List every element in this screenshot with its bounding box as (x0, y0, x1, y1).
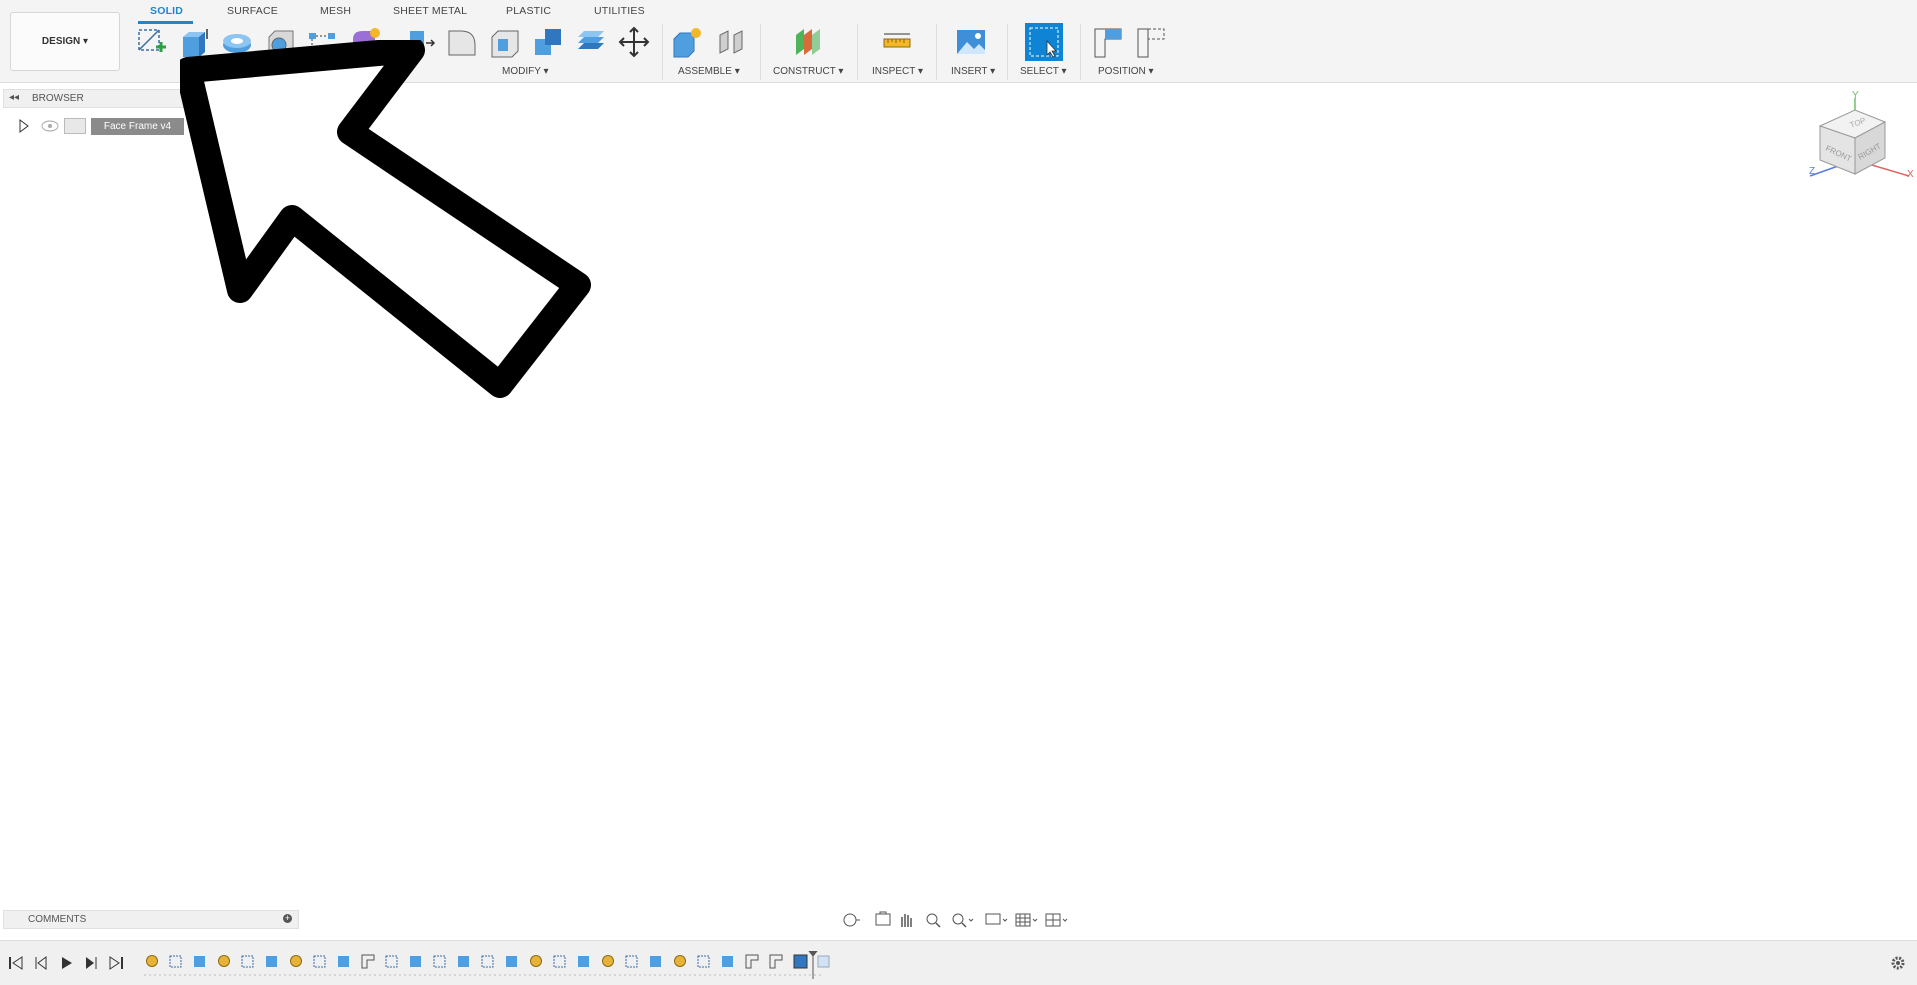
select-tool-icon[interactable] (1025, 23, 1063, 61)
timeline-feature-sketch-icon[interactable] (625, 955, 638, 968)
toolbar-separator (1080, 24, 1081, 80)
timeline-feature-extrude-icon[interactable] (650, 956, 661, 967)
timeline-feature-form-icon[interactable] (146, 955, 158, 967)
timeline-feature-extrude-icon[interactable] (266, 956, 277, 967)
comments-title: COMMENTS (28, 914, 87, 925)
annotation-arrow-icon (180, 40, 591, 398)
browser-title: BROWSER (32, 93, 84, 104)
pan-icon[interactable] (901, 914, 912, 927)
component-name[interactable]: Face Frame v4 (91, 118, 184, 135)
step-back-icon[interactable] (35, 956, 47, 970)
toolbar-separator (760, 24, 761, 80)
play-icon[interactable] (62, 957, 72, 969)
collapse-panel-icon[interactable]: ◂◂ (9, 92, 19, 103)
timeline-feature-extrude-icon[interactable] (194, 956, 205, 967)
measure-icon[interactable] (878, 23, 916, 61)
timeline-feature-sketch-icon[interactable] (313, 955, 326, 968)
fit-icon[interactable] (952, 913, 974, 928)
display-settings-icon[interactable] (985, 913, 1008, 925)
viewports-icon[interactable] (1045, 913, 1068, 927)
timeline-feature-position-icon[interactable] (361, 954, 375, 969)
timeline-feature-form-icon[interactable] (290, 955, 302, 967)
joint-icon[interactable] (712, 23, 750, 61)
step-forward-icon[interactable] (86, 957, 97, 969)
timeline-settings-gear-icon[interactable] (1890, 955, 1906, 971)
timeline-feature-sketch-icon[interactable] (481, 955, 494, 968)
component-icon (64, 118, 86, 134)
timeline-feature-sketch-icon[interactable] (241, 955, 254, 968)
tab-surface[interactable]: SURFACE (227, 5, 278, 17)
timeline-feature-sketch-icon[interactable] (433, 955, 446, 968)
axis-z-label: Z (1809, 166, 1815, 177)
insert-menu[interactable]: INSERT ▾ (951, 66, 995, 77)
timeline-feature-form-icon[interactable] (530, 955, 542, 967)
inspect-menu[interactable]: INSPECT ▾ (872, 66, 923, 77)
timeline-feature-component-icon[interactable] (793, 954, 808, 969)
timeline-feature-extrude-icon[interactable] (410, 956, 421, 967)
timeline-feature-extrude-icon[interactable] (458, 956, 469, 967)
comments-panel-header: COMMENTS + (3, 910, 299, 929)
timeline-feature-extrude-icon[interactable] (578, 956, 589, 967)
toolbar-separator (936, 24, 937, 80)
toolbar-separator (662, 24, 663, 80)
tab-utilities[interactable]: UTILITIES (594, 5, 645, 17)
timeline-feature-sketch-icon[interactable] (553, 955, 566, 968)
timeline-feature-sketch-icon[interactable] (697, 955, 710, 968)
timeline-features[interactable] (142, 951, 842, 981)
timeline-feature-position-icon[interactable] (745, 954, 759, 969)
create-sketch-icon[interactable] (132, 23, 170, 61)
tab-sheet-metal[interactable]: SHEET METAL (393, 5, 467, 17)
grid-settings-icon[interactable] (1015, 913, 1038, 927)
offset-plane-icon[interactable] (788, 23, 826, 61)
timeline-feature-extrude-icon[interactable] (338, 956, 349, 967)
tab-plastic[interactable]: PLASTIC (506, 5, 551, 17)
timeline-feature-sketch-icon[interactable] (385, 955, 398, 968)
axis-y-label: Y (1852, 90, 1859, 101)
assemble-menu[interactable]: ASSEMBLE ▾ (678, 66, 740, 77)
timeline-feature-extrude-icon[interactable] (506, 956, 517, 967)
construct-menu[interactable]: CONSTRUCT ▾ (773, 66, 843, 77)
revert-position-icon[interactable] (1132, 23, 1170, 61)
insert-image-icon[interactable] (952, 23, 990, 61)
navigation-bar (838, 909, 1076, 931)
orbit-icon[interactable] (843, 913, 860, 927)
workspace-label: DESIGN ▾ (41, 36, 89, 47)
timeline-feature-joint-icon[interactable] (817, 955, 830, 968)
move-copy-icon[interactable] (615, 23, 653, 61)
viewcube[interactable]: TOP FRONT RIGHT Y X Z (1805, 88, 1917, 198)
visibility-eye-icon[interactable] (41, 119, 59, 133)
capture-position-icon[interactable] (1089, 23, 1127, 61)
timeline-feature-form-icon[interactable] (674, 955, 686, 967)
zoom-icon[interactable] (926, 913, 941, 928)
timeline-bar (0, 940, 1917, 985)
timeline-feature-extrude-icon[interactable] (722, 956, 733, 967)
timeline-feature-form-icon[interactable] (602, 955, 614, 967)
timeline-feature-position-icon[interactable] (769, 954, 783, 969)
add-comment-icon[interactable]: + (283, 914, 292, 923)
timeline-feature-sketch-icon[interactable] (169, 955, 182, 968)
look-at-icon[interactable] (875, 911, 891, 926)
expand-arrow-icon[interactable] (18, 118, 30, 134)
select-menu[interactable]: SELECT ▾ (1020, 66, 1067, 77)
go-to-start-icon[interactable] (9, 956, 23, 970)
new-component-icon[interactable] (668, 23, 706, 61)
toolbar-separator (857, 24, 858, 80)
axis-x-label: X (1907, 169, 1914, 180)
position-menu[interactable]: POSITION ▾ (1098, 66, 1154, 77)
tab-solid[interactable]: SOLID (150, 5, 183, 17)
toolbar-separator (1007, 24, 1008, 80)
workspace-switcher-button[interactable]: DESIGN ▾ (10, 12, 120, 71)
go-to-end-icon[interactable] (109, 956, 123, 970)
timeline-feature-form-icon[interactable] (218, 955, 230, 967)
tab-mesh[interactable]: MESH (320, 5, 351, 17)
